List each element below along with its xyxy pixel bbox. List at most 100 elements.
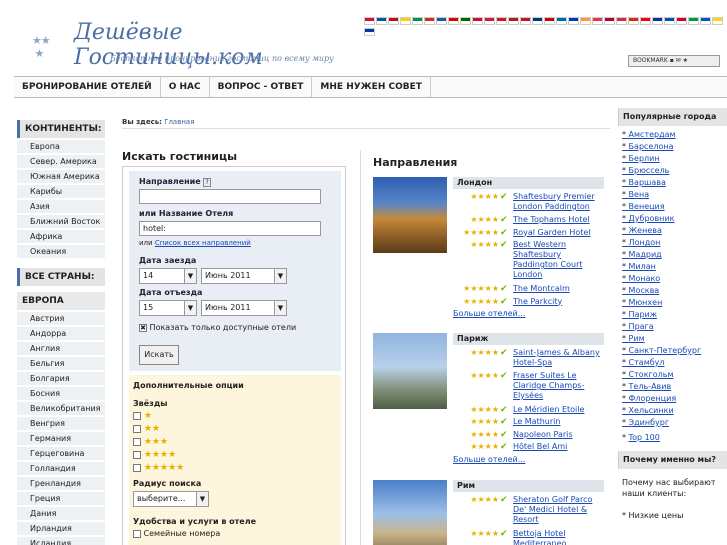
- popular-city-link[interactable]: * Лондон: [622, 237, 727, 249]
- continent-item[interactable]: Южная Америка: [17, 170, 105, 184]
- city-name[interactable]: Лондон: [453, 177, 604, 189]
- hotel-link[interactable]: Napoleon Paris: [513, 430, 608, 440]
- hotel-link[interactable]: Sheraton Golf Parco De' Medici Hotel & Res…: [513, 495, 608, 525]
- city-name[interactable]: Рим: [453, 480, 604, 492]
- continent-item[interactable]: Карибы: [17, 185, 105, 199]
- bookmark-button[interactable]: BOOKMARK ▪ ✉ ★: [628, 55, 720, 67]
- country-item[interactable]: Венгрия: [17, 417, 105, 431]
- flag-icon[interactable]: [400, 17, 411, 25]
- flag-icon[interactable]: [712, 17, 723, 25]
- radius-select[interactable]: выберите... ▼: [133, 491, 209, 507]
- city-photo[interactable]: [373, 333, 447, 409]
- popular-city-link[interactable]: * Дубровник: [622, 213, 727, 225]
- flag-icon[interactable]: [364, 28, 375, 36]
- flag-icon[interactable]: [628, 17, 639, 25]
- country-item[interactable]: Голландия: [17, 462, 105, 476]
- flag-icon[interactable]: [580, 17, 591, 25]
- popular-city-link[interactable]: * Брюссель: [622, 165, 727, 177]
- available-only-checkbox[interactable]: ✖: [139, 323, 147, 332]
- popular-city-link[interactable]: * Вена: [622, 189, 727, 201]
- hotel-link[interactable]: Shaftesbury Premier London Paddington: [513, 192, 608, 212]
- checkout-day-select[interactable]: 15 ▼: [139, 300, 197, 316]
- continent-item[interactable]: Океания: [17, 245, 105, 259]
- popular-city-link[interactable]: * Флоренция: [622, 393, 727, 405]
- flag-icon[interactable]: [424, 17, 435, 25]
- flag-icon[interactable]: [460, 17, 471, 25]
- country-item[interactable]: Бельгия: [17, 357, 105, 371]
- hotel-link[interactable]: Fraser Suites Le Claridge Champs- Elysées: [513, 371, 608, 401]
- hotel-link[interactable]: The Montcalm: [513, 284, 608, 294]
- flag-icon[interactable]: [484, 17, 495, 25]
- flag-icon[interactable]: [688, 17, 699, 25]
- country-item[interactable]: Германия: [17, 432, 105, 446]
- flag-icon[interactable]: [496, 17, 507, 25]
- flag-icon[interactable]: [364, 17, 375, 25]
- top100-link[interactable]: Top 100: [629, 433, 660, 442]
- flag-icon[interactable]: [592, 17, 603, 25]
- popular-city-link[interactable]: * Берлин: [622, 153, 727, 165]
- more-hotels-link[interactable]: Больше отелей...: [453, 455, 525, 464]
- more-hotels-link[interactable]: Больше отелей...: [453, 309, 525, 318]
- country-item[interactable]: Исландия: [17, 537, 105, 545]
- country-item[interactable]: Дания: [17, 507, 105, 521]
- direction-input[interactable]: [139, 189, 321, 204]
- checkin-month-select[interactable]: Июнь 2011 ▼: [201, 268, 287, 284]
- star-filter-checkbox[interactable]: [133, 425, 141, 433]
- hotel-link[interactable]: Le Méridien Etoile: [513, 405, 608, 415]
- continent-item[interactable]: Африка: [17, 230, 105, 244]
- flag-icon[interactable]: [544, 17, 555, 25]
- hotel-link[interactable]: The Tophams Hotel: [513, 215, 608, 225]
- popular-city-link[interactable]: * Париж: [622, 309, 727, 321]
- star-filter-checkbox[interactable]: [133, 412, 141, 420]
- popular-city-link[interactable]: * Амстердам: [622, 129, 727, 141]
- country-item[interactable]: Болгария: [17, 372, 105, 386]
- nav-about[interactable]: О НАС: [161, 77, 210, 97]
- popular-city-link[interactable]: * Москва: [622, 285, 727, 297]
- flag-icon[interactable]: [412, 17, 423, 25]
- popular-city-link[interactable]: * Милан: [622, 261, 727, 273]
- flag-icon[interactable]: [604, 17, 615, 25]
- flag-icon[interactable]: [556, 17, 567, 25]
- popular-city-link[interactable]: * Варшава: [622, 177, 727, 189]
- country-item[interactable]: Герцеговина: [17, 447, 105, 461]
- continent-item[interactable]: Азия: [17, 200, 105, 214]
- hotel-link[interactable]: Le Mathurin: [513, 417, 608, 427]
- popular-city-link[interactable]: * Барселона: [622, 141, 727, 153]
- hotel-name-input[interactable]: hotel:: [139, 221, 321, 236]
- hotel-link[interactable]: Hôtel Bel Ami: [513, 442, 608, 452]
- popular-city-link[interactable]: * Рим: [622, 333, 727, 345]
- country-item[interactable]: Англия: [17, 342, 105, 356]
- nav-faq[interactable]: ВОПРОС - ОТВЕТ: [210, 77, 313, 97]
- popular-city-link[interactable]: * Монако: [622, 273, 727, 285]
- country-item[interactable]: Гренландия: [17, 477, 105, 491]
- city-photo[interactable]: [373, 480, 447, 545]
- city-photo[interactable]: [373, 177, 447, 253]
- hotel-link[interactable]: Royal Garden Hotel: [513, 228, 608, 238]
- country-item[interactable]: Великобритания: [17, 402, 105, 416]
- country-item[interactable]: Ирландия: [17, 522, 105, 536]
- flag-icon[interactable]: [568, 17, 579, 25]
- star-filter-checkbox[interactable]: [133, 464, 141, 472]
- flag-icon[interactable]: [520, 17, 531, 25]
- flag-icon[interactable]: [640, 17, 651, 25]
- continent-item[interactable]: Север. Америка: [17, 155, 105, 169]
- popular-city-link[interactable]: * Стокгольм: [622, 369, 727, 381]
- star-filter-checkbox[interactable]: [133, 451, 141, 459]
- country-item[interactable]: Греция: [17, 492, 105, 506]
- nav-advice[interactable]: МНЕ НУЖЕН СОВЕТ: [312, 77, 431, 97]
- country-item[interactable]: Андорра: [17, 327, 105, 341]
- checkin-day-select[interactable]: 14 ▼: [139, 268, 197, 284]
- popular-city-link[interactable]: * Эдинбург: [622, 417, 727, 429]
- nav-hotel-booking[interactable]: БРОНИРОВАНИЕ ОТЕЛЕЙ: [14, 77, 161, 97]
- popular-city-link[interactable]: * Санкт-Петербург: [622, 345, 727, 357]
- hotel-link[interactable]: Saint-James & Albany Hotel-Spa: [513, 348, 608, 368]
- popular-city-link[interactable]: * Хельсинки: [622, 405, 727, 417]
- popular-city-link[interactable]: * Мадрид: [622, 249, 727, 261]
- flag-icon[interactable]: [388, 17, 399, 25]
- continent-item[interactable]: Ближний Восток: [17, 215, 105, 229]
- continent-item[interactable]: Европа: [17, 140, 105, 154]
- flag-icon[interactable]: [472, 17, 483, 25]
- star-filter-checkbox[interactable]: [133, 438, 141, 446]
- amenity-checkbox[interactable]: [133, 529, 141, 538]
- popular-city-link[interactable]: * Тель-Авив: [622, 381, 727, 393]
